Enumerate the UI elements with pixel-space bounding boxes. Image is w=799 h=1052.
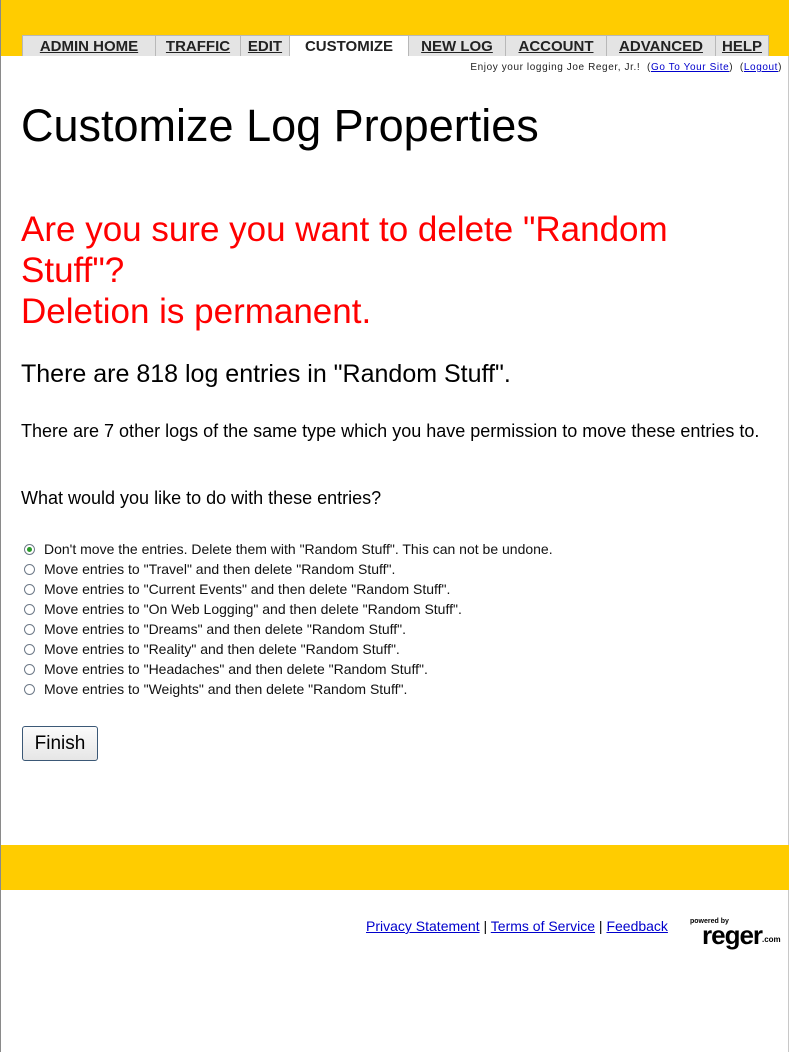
tab-help[interactable]: HELP (715, 35, 769, 56)
main-nav: ADMIN HOME TRAFFIC EDIT CUSTOMIZE NEW LO… (22, 35, 769, 56)
footer-separator: | (598, 918, 603, 934)
footer-links: Privacy Statement | Terms of Service | F… (366, 918, 668, 934)
radio-button[interactable] (24, 663, 35, 675)
go-to-site-link[interactable]: Go To Your Site (651, 62, 729, 73)
logout-link[interactable]: Logout (744, 62, 778, 73)
option-move-current-events[interactable]: Move entries to "Current Events" and the… (24, 579, 553, 599)
option-move-headaches[interactable]: Move entries to "Headaches" and then del… (24, 659, 553, 679)
logo-domain: .com (762, 935, 781, 944)
delete-warning: Are you sure you want to delete "Random … (21, 209, 761, 332)
option-label: Move entries to "Current Events" and the… (44, 581, 451, 597)
radio-button[interactable] (24, 583, 35, 595)
footer-separator: | (483, 918, 488, 934)
option-label: Move entries to "Travel" and then delete… (44, 561, 396, 577)
radio-button[interactable] (24, 643, 35, 655)
page-title: Customize Log Properties (21, 100, 539, 151)
tab-advanced[interactable]: ADVANCED (606, 35, 716, 56)
footer-banner (1, 845, 789, 890)
other-logs-text: There are 7 other logs of the same type … (21, 421, 760, 441)
tab-account[interactable]: ACCOUNT (505, 35, 607, 56)
warning-question: Are you sure you want to delete "Random … (21, 210, 668, 290)
option-label: Move entries to "Reality" and then delet… (44, 641, 400, 657)
tab-customize[interactable]: CUSTOMIZE (289, 35, 409, 56)
option-move-on-web-logging[interactable]: Move entries to "On Web Logging" and the… (24, 599, 553, 619)
option-label: Move entries to "Headaches" and then del… (44, 661, 428, 677)
radio-button[interactable] (24, 543, 35, 555)
option-move-reality[interactable]: Move entries to "Reality" and then delet… (24, 639, 553, 659)
option-label: Move entries to "Weights" and then delet… (44, 681, 408, 697)
radio-button[interactable] (24, 603, 35, 615)
tab-traffic[interactable]: TRAFFIC (155, 35, 241, 56)
logo-wordmark: reger (702, 920, 763, 950)
option-move-weights[interactable]: Move entries to "Weights" and then delet… (24, 679, 553, 699)
feedback-link[interactable]: Feedback (606, 918, 667, 934)
option-label: Move entries to "On Web Logging" and the… (44, 601, 462, 617)
user-bar: Enjoy your logging Joe Reger, Jr.! (Go T… (470, 62, 782, 73)
option-label: Don't move the entries. Delete them with… (44, 541, 553, 557)
option-label: Move entries to "Dreams" and then delete… (44, 621, 407, 637)
option-delete-entries[interactable]: Don't move the entries. Delete them with… (24, 539, 553, 559)
move-options: Don't move the entries. Delete them with… (24, 539, 553, 699)
tab-edit[interactable]: EDIT (240, 35, 290, 56)
tab-new-log[interactable]: NEW LOG (408, 35, 506, 56)
radio-button[interactable] (24, 563, 35, 575)
warning-permanent: Deletion is permanent. (21, 292, 372, 331)
question-text: What would you like to do with these ent… (21, 488, 382, 508)
reger-logo[interactable]: powered by reger .com (686, 918, 784, 954)
radio-button[interactable] (24, 683, 35, 695)
greeting-text: Enjoy your logging Joe Reger, Jr.! (470, 62, 641, 73)
entry-count-text: There are 818 log entries in "Random Stu… (21, 360, 511, 388)
privacy-link[interactable]: Privacy Statement (366, 918, 480, 934)
option-move-travel[interactable]: Move entries to "Travel" and then delete… (24, 559, 553, 579)
terms-link[interactable]: Terms of Service (491, 918, 595, 934)
radio-button[interactable] (24, 623, 35, 635)
page-frame (0, 0, 789, 1052)
tab-admin-home[interactable]: ADMIN HOME (22, 35, 156, 56)
option-move-dreams[interactable]: Move entries to "Dreams" and then delete… (24, 619, 553, 639)
finish-button[interactable]: Finish (22, 726, 98, 761)
